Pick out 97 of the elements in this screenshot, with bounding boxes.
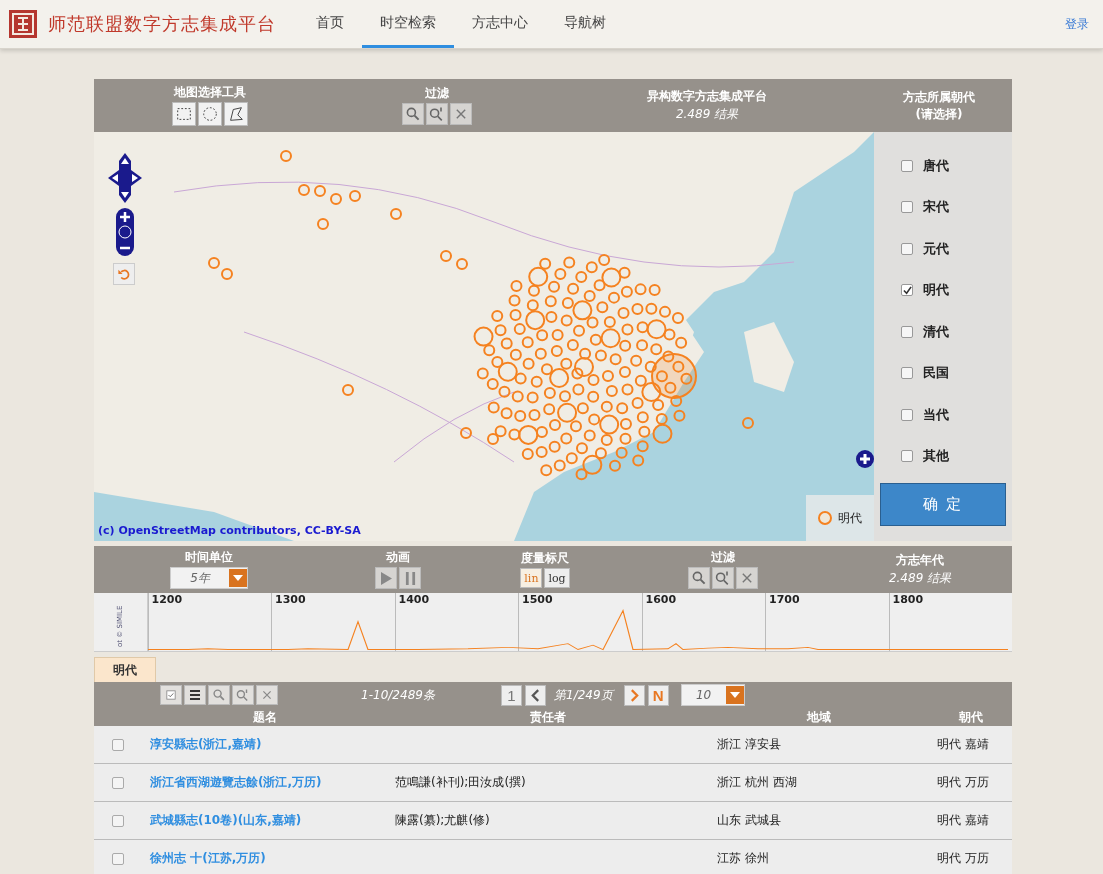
caret-icon [729, 692, 740, 698]
dynasty-panel-hint: (请选择) [915, 107, 963, 121]
row-checkbox[interactable] [112, 852, 124, 865]
app-title: 师范联盟数字方志集成平台 [48, 12, 277, 36]
inverse-search-icon[interactable] [426, 103, 448, 125]
timeline-tick-label: 1600 [641, 593, 765, 651]
nav-tab[interactable]: 首页 [298, 0, 362, 48]
timeline-tick-label: 1800 [888, 593, 1012, 651]
dynasty-checkbox[interactable] [901, 242, 913, 255]
table-cell: 明代 嘉靖 [937, 813, 989, 827]
seal-logo-icon [8, 9, 38, 39]
clear-icon[interactable] [450, 103, 472, 125]
dynasty-label: 唐代 [923, 156, 949, 175]
clear-icon[interactable] [256, 685, 278, 705]
inverse-search-icon[interactable] [712, 567, 734, 589]
dynasty-label: 元代 [923, 239, 949, 258]
dynasty-panel-title: 方志所属朝代 [903, 90, 975, 104]
title-link[interactable]: 淳安縣志(浙江,嘉靖) [142, 736, 387, 753]
undo-icon[interactable] [113, 263, 135, 285]
zoom-control-icon[interactable] [116, 208, 134, 256]
previous-page-icon[interactable] [525, 684, 546, 706]
nav-tab[interactable]: 导航树 [546, 0, 624, 48]
toolbar-label: 动画 [386, 550, 410, 564]
table-cell: 浙江 淳安县 [717, 737, 781, 751]
dynasty-checkbox[interactable] [901, 284, 913, 297]
table-cell: 山东 武城县 [717, 813, 781, 827]
dynasty-checkbox[interactable] [901, 159, 913, 172]
dynasty-checkbox[interactable] [901, 408, 913, 421]
row-checkbox[interactable] [112, 814, 124, 827]
search-icon[interactable] [688, 567, 710, 589]
title-link[interactable]: 浙江省西湖遊覽志餘(浙江,万历) [142, 774, 387, 791]
pause-icon[interactable] [399, 567, 421, 589]
table-cell: 浙江 杭州 西湖 [717, 775, 797, 789]
toolbar-label: 地图选择工具 [174, 85, 246, 99]
row-checkbox[interactable] [112, 776, 124, 789]
result-count: 2.489 结果 [888, 569, 952, 587]
toolbar-label: 度量标尺 [521, 551, 569, 565]
dynasty-checkbox[interactable] [901, 450, 913, 463]
rectangle-select-icon[interactable] [172, 102, 196, 126]
play-icon[interactable] [375, 567, 397, 589]
timeline-tick-label: 1400 [394, 593, 518, 651]
row-checkbox[interactable] [112, 738, 124, 751]
timeline-tick-label: 1200 [147, 593, 271, 651]
timeline-tick-label: 1700 [765, 593, 889, 651]
record-range: 1-10/2489条 [360, 686, 436, 704]
time-unit-select[interactable]: 5年 [170, 567, 248, 589]
table-cell: 范鳴謙(补刊);田汝成(撰) [395, 775, 526, 789]
nav-tab[interactable]: 方志中心 [454, 0, 546, 48]
page-size-select[interactable]: 10 [680, 684, 745, 706]
table-cell: 江苏 徐州 [717, 851, 769, 865]
result-count: 2.489 结果 [675, 105, 739, 123]
column-header: 责任者 [529, 708, 567, 726]
column-header: 朝代 [957, 708, 984, 726]
dynasty-checkbox[interactable] [901, 325, 913, 338]
column-header: 题名 [251, 708, 278, 726]
dynasty-label: 宋代 [923, 198, 949, 217]
table-cell: 陳露(纂);尤麒(修) [395, 813, 490, 827]
scale-toggle[interactable]: log [544, 568, 570, 588]
first-page-button[interactable]: 1 [501, 684, 522, 706]
toolbar-label: 方志年代 [896, 552, 944, 567]
toolbar-label: 过滤 [711, 550, 735, 564]
dynasty-label: 其他 [923, 447, 949, 466]
dynasty-label: 当代 [923, 405, 949, 424]
confirm-button[interactable]: 确 定 [880, 483, 1006, 526]
last-page-button[interactable]: N [647, 684, 669, 706]
dynasty-label: 清代 [923, 322, 949, 341]
circle-marker-icon [818, 511, 832, 525]
dynasty-label: 明代 [923, 281, 949, 300]
dynasty-checkbox[interactable] [901, 367, 913, 380]
next-page-icon[interactable] [623, 684, 645, 706]
polygon-select-icon[interactable] [224, 102, 248, 126]
clear-icon[interactable] [736, 567, 758, 589]
scale-toggle[interactable]: lin [520, 568, 543, 588]
timeline-tick-label: 1500 [518, 593, 642, 651]
timeline-tick-label: 1300 [271, 593, 395, 651]
pan-control-icon[interactable] [108, 153, 142, 203]
toolbar-label: 过滤 [425, 86, 449, 100]
table-cell: 明代 万历 [937, 775, 989, 789]
page-indicator: 第1/249页 [554, 686, 613, 704]
table-cell: 明代 万历 [937, 851, 989, 865]
list-icon[interactable] [184, 685, 206, 705]
nav-tab[interactable]: 时空检索 [362, 0, 454, 48]
column-header: 地域 [805, 708, 832, 726]
caret-icon [233, 575, 243, 581]
table-cell: 明代 嘉靖 [937, 737, 989, 751]
map-legend: 明代 [806, 495, 874, 541]
dynasty-label: 民国 [923, 364, 949, 383]
toolbar-label: 时间单位 [185, 550, 233, 564]
inverse-search-icon[interactable] [232, 685, 254, 705]
result-tab[interactable]: 明代 [94, 657, 156, 682]
title-link[interactable]: 武城縣志(10卷)(山东,嘉靖) [142, 812, 387, 829]
login-link[interactable]: 登录 [1065, 15, 1089, 33]
search-icon[interactable] [402, 103, 424, 125]
map-attribution: (c) OpenStreetMap contributors, CC-BY-SA [98, 524, 361, 537]
title-link[interactable]: 徐州志 十(江苏,万历) [142, 850, 387, 867]
platform-title: 异构数字方志集成平台 [647, 88, 767, 103]
dynasty-checkbox[interactable] [901, 201, 913, 214]
